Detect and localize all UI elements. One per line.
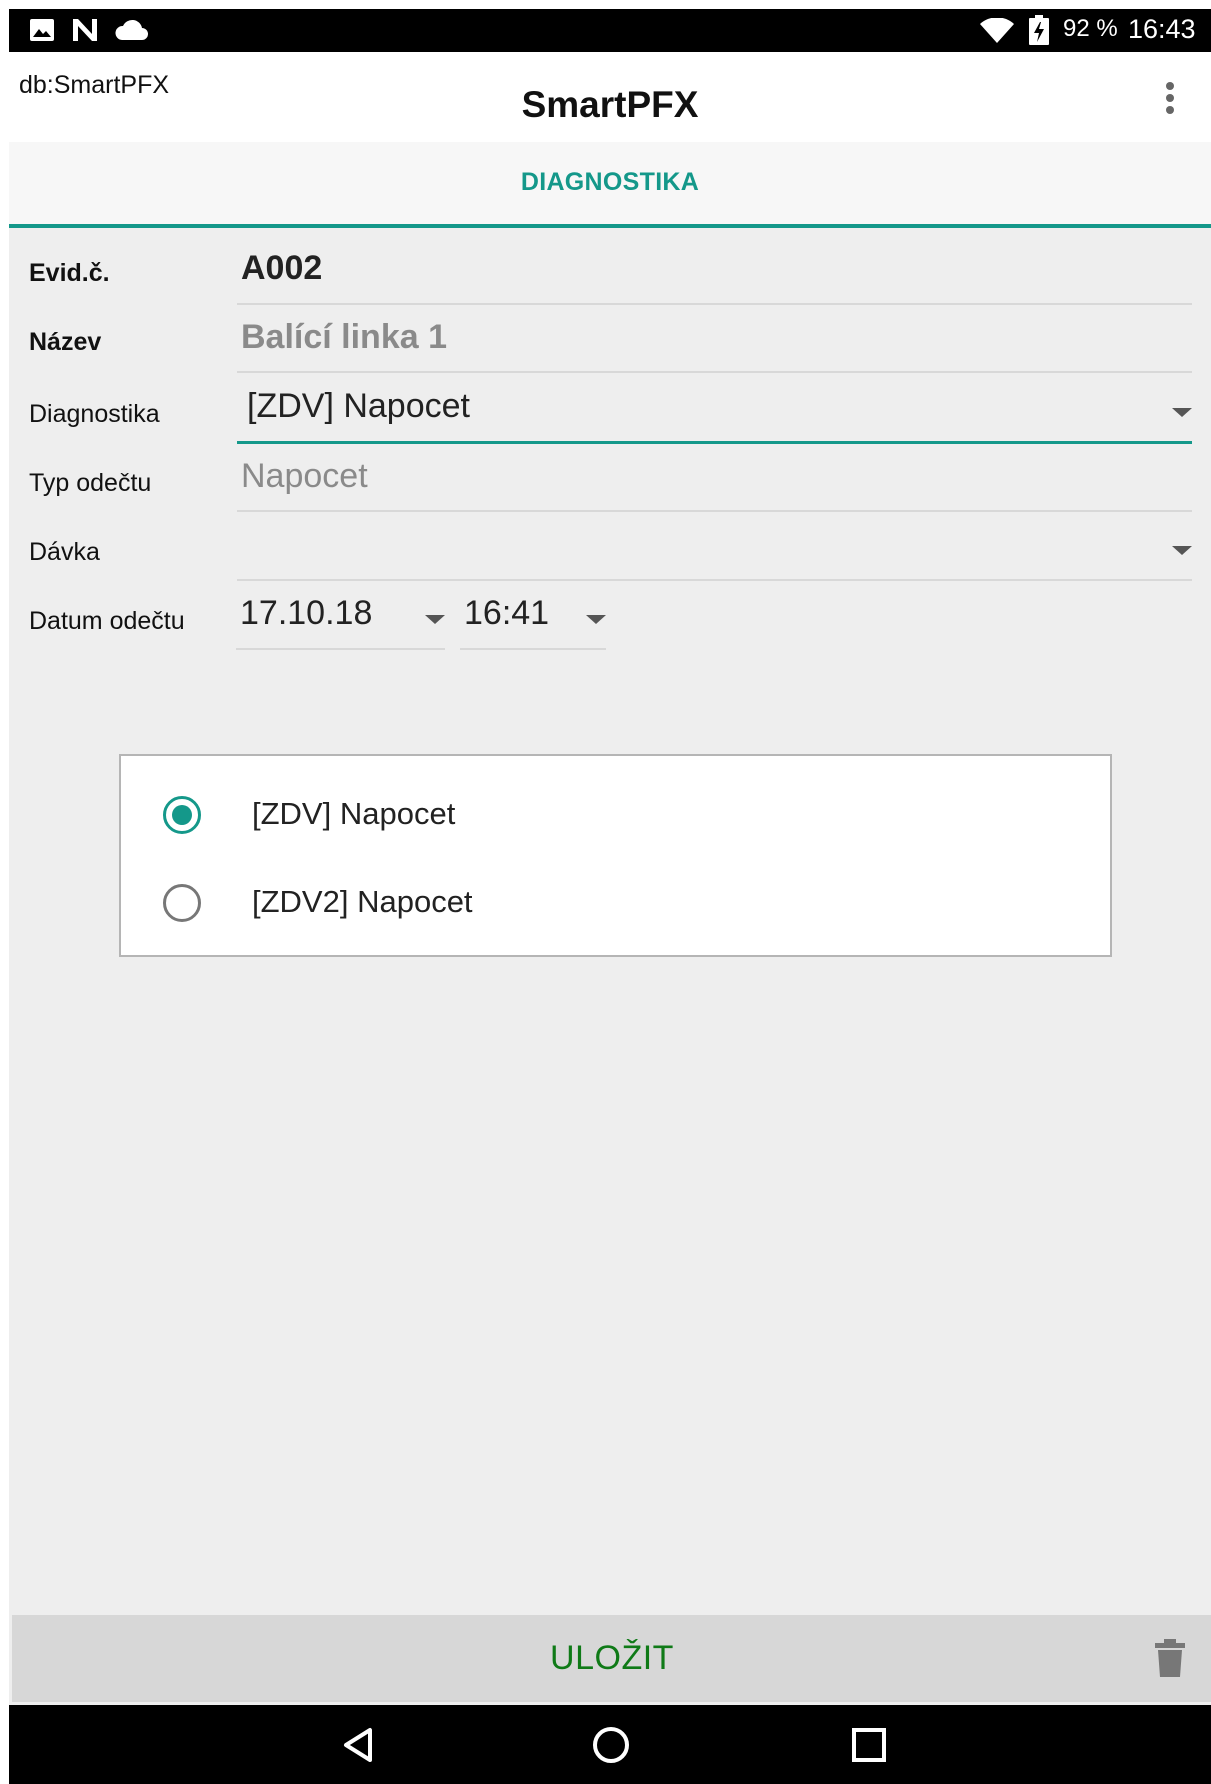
chevron-down-icon (1172, 408, 1192, 417)
save-button[interactable]: ULOŽIT (77, 1615, 1147, 1702)
action-bar: ULOŽIT (12, 1615, 1211, 1702)
time-picker[interactable]: 16:41 (460, 588, 606, 650)
chevron-down-icon (425, 615, 445, 624)
option-label: [ZDV] Napocet (252, 796, 456, 831)
app-title: SmartPFX (521, 84, 699, 125)
option-zdv2[interactable]: [ZDV2] Napocet (121, 864, 1110, 944)
form-row-diagnostika: Diagnostika [ZDV] Napocet (9, 381, 1211, 444)
date-value: 17.10.18 (240, 594, 373, 632)
form-row-datum: Datum odečtu 17.10.18 16:41 (9, 588, 1211, 650)
trash-icon[interactable] (1153, 1638, 1187, 1678)
back-icon[interactable] (338, 1723, 382, 1767)
more-vert-icon[interactable] (1155, 78, 1185, 118)
n-icon (73, 19, 97, 41)
form-row-evid: Evid.č. A002 (9, 243, 1211, 305)
battery-charging-icon (1029, 15, 1049, 45)
clock: 16:43 (1128, 14, 1196, 44)
nazev-value: Balící linka 1 (241, 318, 447, 356)
tab-bar: DIAGNOSTIKA (9, 142, 1211, 228)
radio-unchecked-icon[interactable] (163, 884, 201, 922)
recents-icon[interactable] (847, 1723, 891, 1767)
nazev-field: Balící linka 1 (237, 311, 1192, 373)
date-picker[interactable]: 17.10.18 (236, 588, 445, 650)
evid-field: A002 (237, 243, 1192, 305)
chevron-down-icon (586, 615, 606, 624)
time-value: 16:41 (464, 594, 550, 632)
app-bar: db:SmartPFX SmartPFX (9, 52, 1211, 151)
evid-value: A002 (241, 249, 323, 287)
navigation-bar (9, 1705, 1211, 1784)
diagnostika-label: Diagnostika (29, 400, 160, 428)
davka-label: Dávka (29, 538, 100, 566)
battery-percentage: 92 % (1063, 15, 1118, 42)
diagnostika-value: [ZDV] Napocet (247, 387, 470, 425)
cloud-icon (115, 19, 148, 40)
screen: 92 % 16:43 db:SmartPFX SmartPFX DIAGNOST… (9, 9, 1211, 1784)
typ-label: Typ odečtu (29, 469, 152, 497)
wifi-icon (980, 18, 1014, 43)
form-row-nazev: Název Balící linka 1 (9, 311, 1211, 373)
option-zdv[interactable]: [ZDV] Napocet (121, 776, 1110, 856)
chevron-down-icon (1172, 546, 1192, 555)
diagnostika-select[interactable]: [ZDV] Napocet (237, 381, 1192, 444)
tab-indicator (9, 224, 1211, 228)
datum-label: Datum odečtu (29, 607, 185, 635)
status-bar: 92 % 16:43 (9, 9, 1211, 52)
tab-diagnostika[interactable]: DIAGNOSTIKA (9, 142, 1211, 228)
typ-field: Napocet (237, 450, 1192, 512)
radio-checked-icon[interactable] (163, 796, 201, 834)
typ-value: Napocet (241, 457, 368, 495)
nazev-label: Název (29, 328, 102, 356)
image-icon (30, 19, 54, 41)
diagnostika-options-dialog: [ZDV] Napocet [ZDV2] Napocet (119, 754, 1112, 957)
home-icon[interactable] (589, 1723, 633, 1767)
option-label: [ZDV2] Napocet (252, 884, 473, 919)
form-row-davka: Dávka (9, 519, 1211, 581)
davka-select[interactable] (237, 519, 1192, 581)
form-row-typ: Typ odečtu Napocet (9, 450, 1211, 512)
evid-label: Evid.č. (29, 259, 110, 287)
